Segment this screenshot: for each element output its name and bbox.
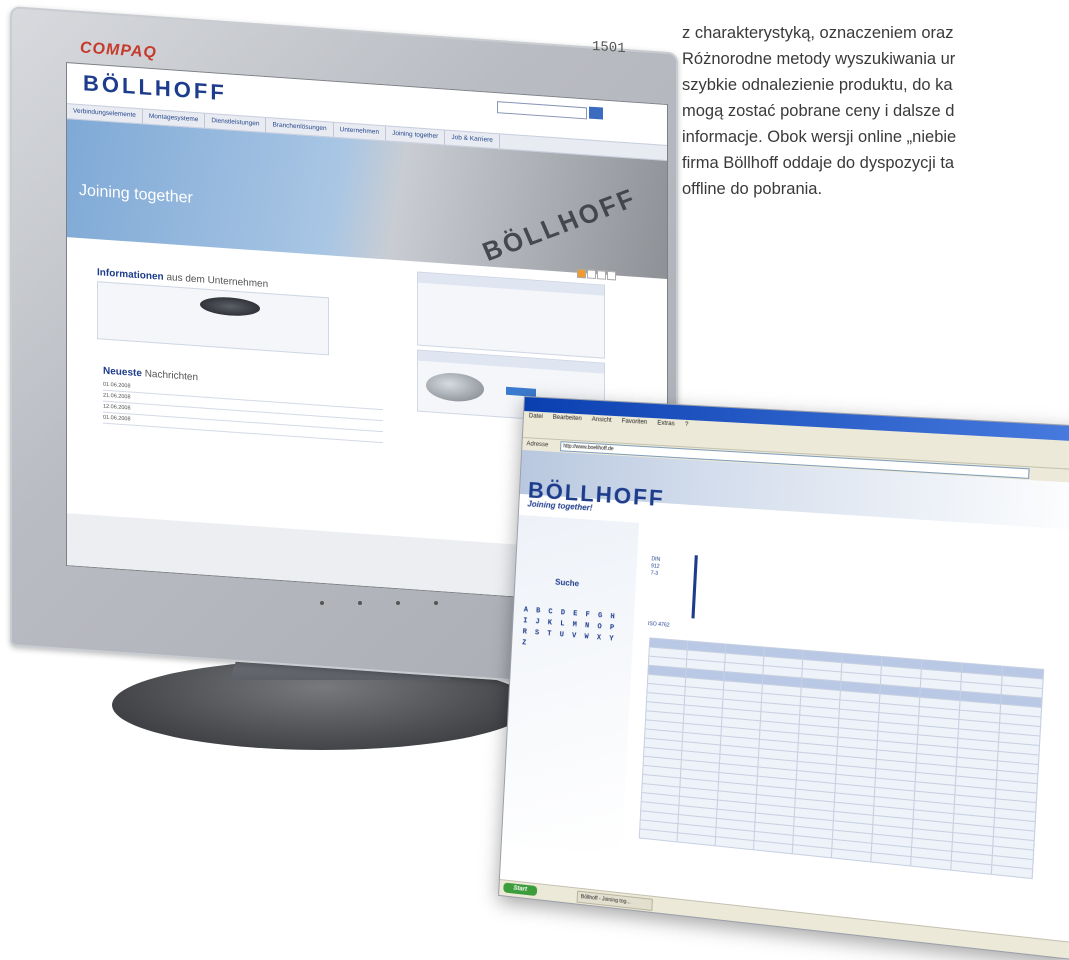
catalog-disc-image — [426, 371, 484, 404]
news-title-rest: Nachrichten — [144, 368, 199, 384]
din-number: DIN 912 7-3 — [650, 556, 661, 578]
info-title-strong: Informationen — [97, 267, 164, 283]
product-image — [200, 295, 260, 318]
address-label: Adresse — [526, 441, 549, 449]
side-line: mogą zostać pobrane ceny i dalsze d — [682, 102, 955, 120]
side-line: firma Böllhoff oddaje do dyspozycji ta — [682, 154, 955, 172]
news-date: 12.06.2008 — [103, 403, 131, 412]
side-line: Różnorodne metody wyszukiwania ur — [682, 50, 956, 68]
website-search-input[interactable] — [497, 101, 587, 120]
info-box — [97, 281, 329, 356]
search-label[interactable]: Suche — [555, 578, 579, 589]
side-line: offline do pobrania. — [682, 180, 823, 198]
page-left-column — [501, 514, 640, 856]
browser-window: Datei Bearbeiten Ansicht Favoriten Extra… — [498, 396, 1069, 960]
side-line: z charakterystyką, oznaczeniem oraz — [682, 24, 954, 42]
quick-links-box — [417, 271, 605, 359]
monitor-model-number: 1501 — [592, 38, 626, 58]
menu-item[interactable]: ? — [679, 420, 693, 432]
news-date: 21.06.2008 — [103, 392, 131, 401]
news-date: 01.06.2008 — [103, 414, 131, 423]
news-list: 01.06.2008 21.06.2008 12.06.2008 01.06.2… — [103, 379, 383, 444]
title-divider — [691, 555, 698, 619]
iso-number: ISO 4762 — [647, 620, 670, 629]
alphabet-index[interactable]: A B C D E F G H I J K L M N O P R S T U … — [522, 605, 624, 657]
news-title-strong: Neueste — [103, 365, 142, 380]
side-line: szybkie odnalezienie produktu, do ka — [682, 76, 953, 94]
monitor-buttons — [320, 592, 472, 610]
side-paragraph: z charakterystyką, oznaczeniem oraz Różn… — [682, 0, 1069, 202]
news-date: 01.06.2008 — [103, 381, 131, 390]
website-logo[interactable]: BÖLLHOFF — [83, 70, 227, 106]
website-search-button[interactable] — [589, 106, 603, 120]
catalog-button[interactable] — [506, 386, 536, 397]
side-line: informacje. Obok wersji online „niebie — [682, 128, 957, 146]
dimension-table — [639, 637, 1045, 879]
